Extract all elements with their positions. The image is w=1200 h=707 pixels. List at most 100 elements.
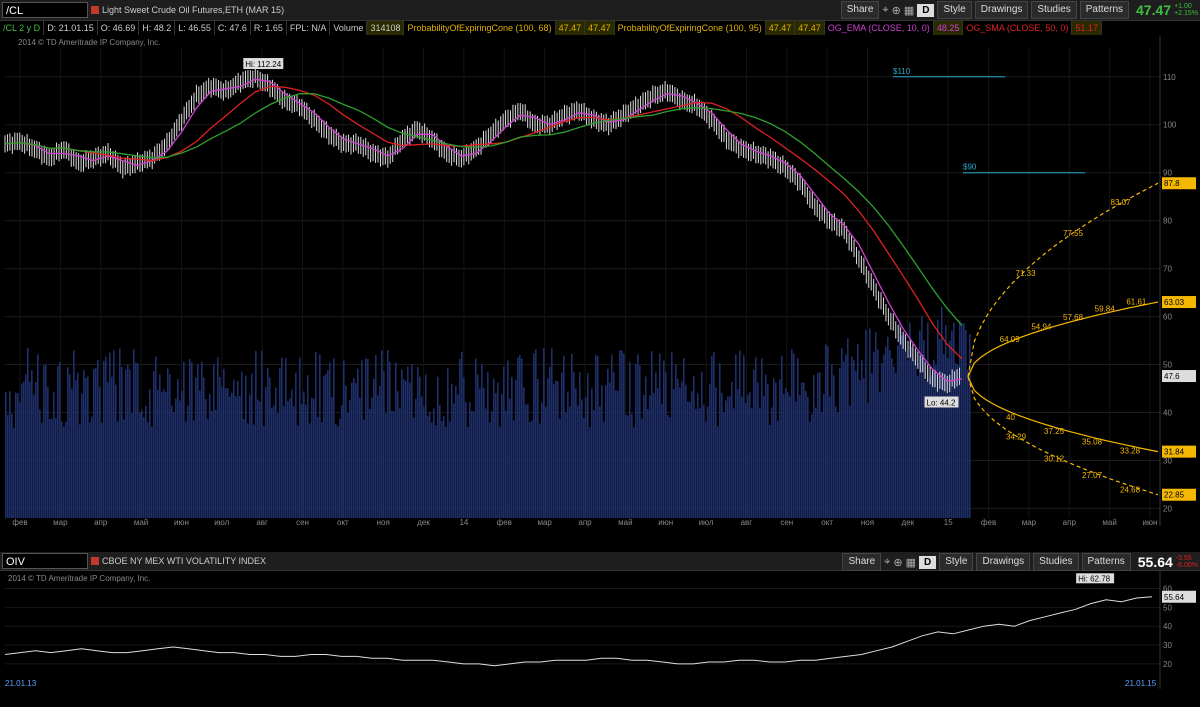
volume-bar xyxy=(653,392,655,518)
volume-bar xyxy=(737,389,739,518)
volume-bar xyxy=(227,388,229,518)
volatility-series: Hi: 62.78 xyxy=(4,573,1153,667)
symbol-input[interactable]: /CL xyxy=(2,2,88,18)
volume-bar xyxy=(939,339,941,518)
volume-bar xyxy=(571,353,573,518)
volume-bar xyxy=(81,393,83,518)
volume-bar xyxy=(823,393,825,518)
volume-bar xyxy=(217,357,219,518)
share-button[interactable]: Share xyxy=(840,1,880,19)
volume-bar xyxy=(367,359,369,518)
lower-timeframe-button[interactable]: D xyxy=(919,555,937,569)
x-tick-label: дек xyxy=(417,518,430,527)
cone-95-lower-label: 30.12 xyxy=(1044,454,1065,463)
volume-bar xyxy=(317,417,319,518)
volume-bar xyxy=(545,406,547,518)
volume-bar xyxy=(21,383,23,518)
volume-bar xyxy=(765,374,767,518)
volume-bar xyxy=(671,352,673,518)
volume-bar xyxy=(783,393,785,518)
volume-bar xyxy=(715,387,717,518)
volume-bar xyxy=(135,362,137,518)
volume-bar xyxy=(151,426,153,518)
lower-zoom-icon[interactable]: ⊕ xyxy=(893,556,902,569)
volume-bar xyxy=(531,420,533,518)
lower-description: CBOE NY MEX WTI VOLATILITY INDEX xyxy=(102,556,267,566)
cone2-value2: 47.47 xyxy=(795,21,825,35)
lower-start-date: 21.01.13 xyxy=(5,679,37,688)
volume-bar xyxy=(93,369,95,518)
lower-symbol-link-icon[interactable] xyxy=(91,557,99,565)
volume-bar xyxy=(463,377,465,518)
lower-share-button[interactable]: Share xyxy=(842,553,882,571)
copyright: 2014 © TD Ameritrade IP Company, Inc. xyxy=(18,38,160,47)
patterns-button[interactable]: Patterns xyxy=(1079,1,1130,19)
cone1-value2: 47.47 xyxy=(585,21,615,35)
zoom-icon[interactable]: ⊕ xyxy=(892,4,901,17)
volume-bar xyxy=(897,345,899,518)
lower-drawings-button[interactable]: Drawings xyxy=(976,553,1031,571)
crosshair-icon[interactable]: ⌖ xyxy=(882,4,888,17)
volume-bar xyxy=(45,364,47,518)
hi-label-text: Hi: 112.24 xyxy=(245,60,281,69)
volume-bar xyxy=(603,421,605,518)
volume-bar xyxy=(241,371,243,518)
volume-bar xyxy=(659,353,661,518)
cone-95-upper-label: 83.07 xyxy=(1111,198,1132,207)
lower-change-value: -3.55 xyxy=(1175,555,1192,562)
volume-bar xyxy=(387,349,389,518)
cone2-label: ProbabilityOfExpiringCone (100, 95) xyxy=(615,21,766,35)
cone1-label: ProbabilityOfExpiringCone (100, 68) xyxy=(404,21,556,35)
volume-bar xyxy=(427,415,429,518)
volume-bar xyxy=(803,382,805,518)
grid-icon[interactable]: ▦ xyxy=(904,4,914,17)
y-tick-label: 60 xyxy=(1163,313,1172,322)
volume-bar xyxy=(843,361,845,518)
cone1-value1: 47.47 xyxy=(555,21,586,35)
volume-bar xyxy=(459,358,461,518)
x-tick-label: май xyxy=(618,518,632,527)
volume-bar xyxy=(377,395,379,518)
symbol-link-icon[interactable] xyxy=(91,6,99,14)
info-range: R: 1.65 xyxy=(251,21,287,35)
volume-bar xyxy=(439,405,441,518)
volume-bar xyxy=(693,376,695,518)
lower-studies-button[interactable]: Studies xyxy=(1033,553,1079,571)
volume-bar xyxy=(599,406,601,518)
volume-bar xyxy=(741,396,743,518)
volume-bar xyxy=(119,348,121,518)
volume-bar xyxy=(455,385,457,518)
lower-symbol-input[interactable]: OIV xyxy=(2,553,88,569)
volume-bar xyxy=(511,376,513,518)
lower-grid-icon[interactable]: ▦ xyxy=(906,556,916,569)
volume-bar xyxy=(59,361,61,518)
volume-bar xyxy=(479,388,481,518)
volume-bar xyxy=(389,361,391,518)
hi-label: Hi: 112.24 xyxy=(243,58,284,70)
volume-bar xyxy=(473,411,475,518)
volatility-chart[interactable]: Hi: 62.78 203040506055.64 2014 © TD Amer… xyxy=(0,571,1200,707)
volume-bar xyxy=(47,386,49,518)
volume-bar xyxy=(527,403,529,518)
volume-bar xyxy=(911,346,913,518)
volume-bar xyxy=(239,396,241,518)
lower-crosshair-icon[interactable]: ⌖ xyxy=(884,556,890,569)
price-chart[interactable]: Hi: 112.24 Lo: 44.2 $110 $90 64.09 54.94 57.6… xyxy=(0,36,1200,546)
volume-bar xyxy=(829,396,831,518)
volume-bar xyxy=(637,354,639,518)
studies-button[interactable]: Studies xyxy=(1031,1,1077,19)
volume-bar xyxy=(575,388,577,518)
volume-bar xyxy=(457,394,459,518)
drawings-button[interactable]: Drawings xyxy=(974,1,1029,19)
timeframe-button[interactable]: D xyxy=(917,3,935,17)
volume-bar xyxy=(83,370,85,518)
volume-bar xyxy=(871,373,873,518)
volume-bar xyxy=(487,372,489,518)
volume-bar xyxy=(107,382,109,518)
volume-bar xyxy=(785,387,787,518)
lower-style-button[interactable]: Style xyxy=(939,553,974,571)
lower-patterns-button[interactable]: Patterns xyxy=(1081,553,1131,571)
volume-bar xyxy=(611,354,613,518)
info-close: C: 47.6 xyxy=(215,21,251,35)
style-button[interactable]: Style xyxy=(937,1,972,19)
